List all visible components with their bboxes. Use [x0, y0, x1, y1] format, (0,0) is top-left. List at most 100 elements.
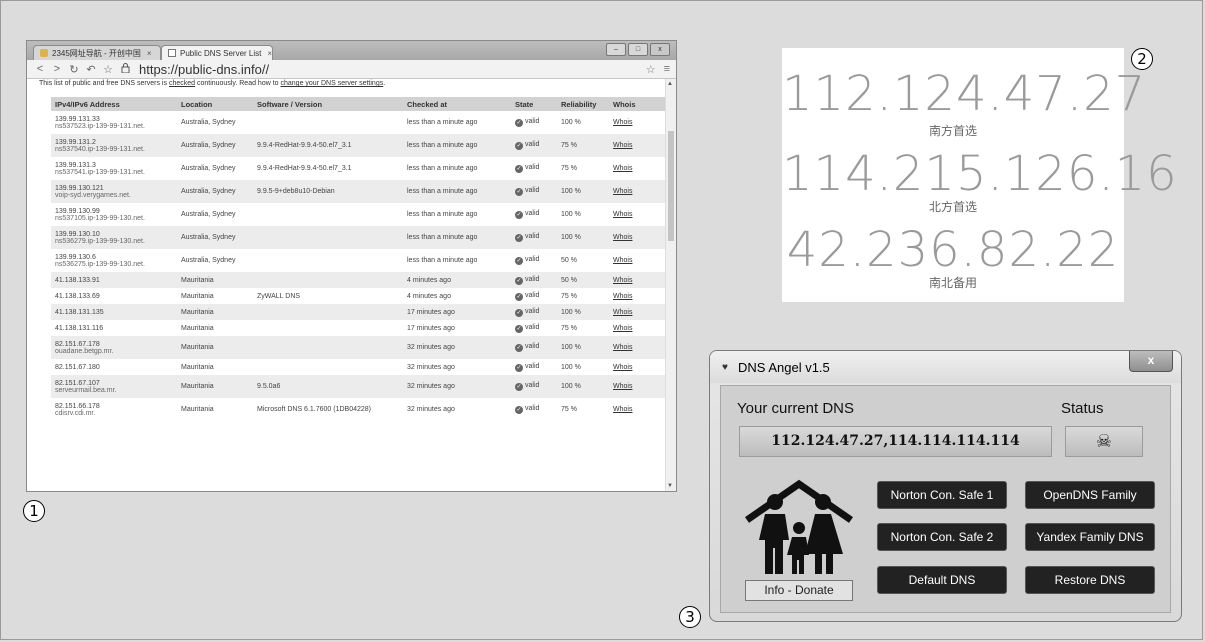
col-header[interactable]: IPv4/IPv6 Address: [51, 97, 177, 111]
check-icon: ✓: [515, 344, 523, 352]
state-value: valid: [525, 323, 540, 331]
minimize-button[interactable]: –: [606, 43, 626, 56]
url-field[interactable]: https://public-dns.info//: [139, 62, 269, 77]
check-icon: ✓: [515, 142, 523, 150]
reliability-cell: 50 %: [557, 272, 609, 288]
tab-close-icon[interactable]: ×: [267, 49, 272, 58]
hostname: ns537541.ip-139-99-131.net.: [55, 168, 145, 176]
current-dns-label: Your current DNS: [737, 400, 854, 417]
reload-icon[interactable]: ↻: [67, 63, 81, 76]
whois-link[interactable]: Whois: [613, 234, 632, 241]
whois-link[interactable]: Whois: [613, 257, 632, 264]
software-cell: 9.5.0a6: [253, 375, 403, 398]
tab-2345[interactable]: 2345网址导航 - 开创中国 ×: [33, 45, 161, 60]
whois-link[interactable]: Whois: [613, 211, 632, 218]
restore-dns-button[interactable]: Restore DNS: [1025, 566, 1155, 594]
opendns-family-button[interactable]: OpenDNS Family: [1025, 481, 1155, 509]
whois-link[interactable]: Whois: [613, 277, 632, 284]
location-cell: Mauritania: [181, 324, 214, 332]
ip-address: 139.99.130.10: [55, 230, 100, 238]
norton-safe-1-button[interactable]: Norton Con. Safe 1: [877, 481, 1007, 509]
state-cell: ✓ valid: [511, 398, 557, 421]
yandex-family-button[interactable]: Yandex Family DNS: [1025, 523, 1155, 551]
reliability-cell: 100 %: [557, 304, 609, 320]
software-cell: 9.9.4-RedHat-9.9.4-50.el7_3.1: [257, 165, 352, 172]
col-header[interactable]: Location: [177, 97, 253, 111]
checked-cell: 4 minutes ago: [407, 292, 451, 300]
col-header[interactable]: State: [511, 97, 557, 111]
whois-link[interactable]: Whois: [613, 119, 632, 126]
tab-public-dns[interactable]: Public DNS Server List ×: [161, 45, 273, 60]
whois-link[interactable]: Whois: [613, 406, 632, 413]
software-cell: [253, 320, 403, 336]
location-cell: Mauritania: [177, 336, 253, 359]
dns-ip-backup: 42.236.82.22: [786, 222, 1120, 278]
software-cell: [253, 336, 403, 359]
maximize-button[interactable]: □: [628, 43, 648, 56]
whois-link[interactable]: Whois: [613, 344, 632, 351]
state-value: valid: [525, 141, 540, 148]
hostname: serveurmail.bea.mr.: [55, 386, 117, 394]
dns-label-backup: 南北备用: [928, 276, 977, 290]
ip-address: 82.151.67.180: [55, 363, 100, 371]
table-row: 139.99.131.33 ns537523.ip-139-99-131.net.…: [51, 111, 665, 134]
scroll-thumb[interactable]: [668, 131, 674, 241]
state-cell: ✓ valid: [511, 111, 557, 134]
col-header[interactable]: Reliability: [557, 97, 609, 111]
whois-link[interactable]: Whois: [613, 293, 632, 300]
scroll-down-icon[interactable]: ▼: [667, 483, 673, 489]
whois-cell: Whois: [609, 157, 665, 180]
tab-close-icon[interactable]: ×: [147, 49, 152, 58]
star-icon[interactable]: ☆: [646, 63, 656, 76]
location-cell: Mauritania: [177, 304, 253, 320]
ip-cell: 139.99.130.99 ns537105.ip-139-99-130.net.: [51, 203, 177, 226]
reliability-cell: 75 %: [561, 324, 577, 332]
whois-link[interactable]: Whois: [613, 188, 632, 195]
state-cell: ✓ valid: [511, 288, 557, 304]
scroll-up-icon[interactable]: ▲: [667, 81, 673, 87]
close-button[interactable]: x: [650, 43, 670, 56]
col-header[interactable]: Software / Version: [253, 97, 403, 111]
close-button[interactable]: x: [1129, 351, 1173, 372]
forward-icon[interactable]: >: [50, 63, 64, 75]
bookmark-icon[interactable]: ☆: [101, 63, 115, 76]
whois-link[interactable]: Whois: [613, 309, 632, 316]
table-row: 139.99.130.6 ns536275.ip-139-99-130.net. A…: [51, 249, 665, 272]
label-two: 2: [1131, 48, 1153, 70]
whois-cell: Whois: [609, 249, 665, 272]
checked-link[interactable]: checked: [169, 80, 195, 87]
scrollbar[interactable]: ▲ ▼: [665, 79, 676, 491]
col-header[interactable]: Checked at: [403, 97, 511, 111]
state-cell: ✓ valid: [511, 157, 557, 180]
state-cell: ✓ valid: [511, 249, 557, 272]
whois-link[interactable]: Whois: [613, 142, 632, 149]
software-cell: [253, 249, 403, 272]
address-bar: < > ↻ ↶ ☆ https://public-dns.info// ☆ ≡: [27, 60, 676, 79]
ip-cell: 139.99.130.121 voip-syd.verygames.net.: [51, 180, 177, 203]
dns-label-south: 南方首选: [928, 124, 977, 138]
whois-link[interactable]: Whois: [613, 383, 632, 390]
ip-cell: 139.99.131.3 ns537541.ip-139-99-131.net.: [51, 157, 177, 180]
current-dns-value: 112.124.47.27,114.114.114.114: [739, 426, 1052, 457]
menu-icon[interactable]: ≡: [664, 63, 670, 76]
undo-icon[interactable]: ↶: [84, 63, 98, 76]
checked-cell: less than a minute ago: [407, 211, 478, 218]
label-one: 1: [23, 500, 45, 522]
whois-cell: Whois: [609, 375, 665, 398]
ip-address: 139.99.131.3: [55, 161, 96, 169]
whois-link[interactable]: Whois: [613, 325, 632, 332]
ip-cell: 41.138.133.69: [51, 288, 177, 304]
check-icon: ✓: [515, 406, 523, 414]
whois-link[interactable]: Whois: [613, 165, 632, 172]
default-dns-button[interactable]: Default DNS: [877, 566, 1007, 594]
whois-cell: Whois: [609, 359, 665, 375]
norton-safe-2-button[interactable]: Norton Con. Safe 2: [877, 523, 1007, 551]
reliability-cell: 100 %: [561, 363, 581, 371]
ip-cell: 139.99.131.33 ns537523.ip-139-99-131.net.: [51, 111, 177, 134]
whois-link[interactable]: Whois: [613, 364, 632, 371]
back-icon[interactable]: <: [33, 63, 47, 75]
col-header[interactable]: Whois: [609, 97, 665, 111]
table-row: 82.151.67.180 Mauritania 32 minutes ago ✓ va…: [51, 359, 665, 375]
change-settings-link[interactable]: change your DNS server settings: [281, 80, 384, 87]
info-donate-button[interactable]: Info - Donate: [745, 580, 853, 601]
